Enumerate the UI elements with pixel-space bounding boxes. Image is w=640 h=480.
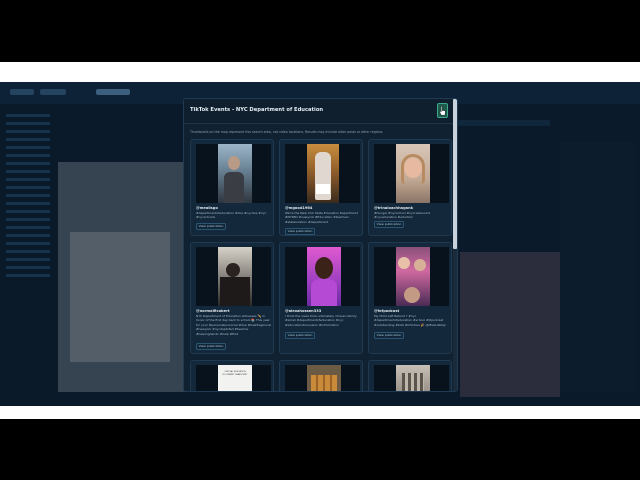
video-description: We're the New York State Education Depar…: [285, 211, 358, 224]
video-description: NYC Department of Education witnesses ✏️…: [196, 314, 272, 336]
video-handle: @alexahossen333: [285, 309, 322, 313]
video-handle: @normalficobert: [196, 309, 230, 313]
close-button[interactable]: [437, 103, 448, 118]
video-thumbnail[interactable]: [285, 247, 360, 306]
video-thumbnail[interactable]: [374, 247, 449, 306]
video-thumbnail[interactable]: OFFICIAL EDUCATION DOCUMENT TRANSCRIPT: [196, 365, 271, 391]
thumbnail-caption: OFFICIAL EDUCATION DOCUMENT TRANSCRIPT: [222, 371, 248, 376]
video-card[interactable]: @mgood1964 We're the New York State Educ…: [279, 139, 363, 236]
video-handle: @meallsgo: [196, 206, 218, 210]
top-letterbox: [0, 0, 640, 62]
modal-header: TikTok Events - NYC Department of Educat…: [184, 99, 457, 124]
video-description: #hunger #nycschool #nycrestaurant #nyced…: [374, 211, 431, 220]
video-thumbnail[interactable]: [285, 365, 360, 391]
view-publication-button[interactable]: View publication: [374, 332, 404, 339]
video-card[interactable]: @meallsgo #departmentofeducation #doe #n…: [190, 139, 274, 236]
modal-title: TikTok Events - NYC Department of Educat…: [190, 107, 324, 113]
scrollbar-thumb[interactable]: [453, 99, 457, 249]
video-description: I think the news time untimately. Chosen…: [285, 314, 357, 327]
video-card[interactable]: [279, 360, 363, 391]
top-white-band: [0, 62, 640, 82]
video-card[interactable]: @normalficobert NYC Department of Educat…: [190, 242, 274, 354]
video-handle: @trinaloachhagank: [374, 206, 414, 210]
video-card[interactable]: @fofpodcast My Child Left Behind ? #nyc …: [368, 242, 452, 354]
view-publication-button[interactable]: View publication: [374, 221, 404, 228]
bottom-letterbox: [0, 419, 640, 480]
video-thumbnail[interactable]: [374, 144, 449, 203]
background-sidebar: [0, 104, 58, 406]
background-map-detail: [70, 232, 170, 362]
video-card[interactable]: OFFICIAL EDUCATION DOCUMENT TRANSCRIPT: [190, 360, 274, 391]
modal-note: Thumbnails on the map represent this sea…: [190, 130, 384, 134]
background-right-panel: [560, 142, 636, 392]
video-card[interactable]: @trinaloachhagank #hunger #nycschool #ny…: [368, 139, 452, 236]
close-pointer-icon: [439, 105, 446, 115]
video-description: My Child Left Behind ? #nyc #departmento…: [374, 314, 446, 327]
view-publication-button[interactable]: View publication: [285, 332, 315, 339]
video-thumbnail[interactable]: [285, 144, 360, 203]
view-publication-button[interactable]: View publication: [285, 228, 315, 235]
background-photo: [460, 252, 560, 397]
video-thumbnail[interactable]: [374, 365, 449, 391]
video-handle: @mgood1964: [285, 206, 313, 210]
modal-scrollbar[interactable]: [453, 99, 457, 391]
video-thumbnail[interactable]: [196, 144, 271, 203]
video-card[interactable]: @alexahossen333 I think the news time un…: [279, 242, 363, 354]
video-card[interactable]: [368, 360, 452, 391]
tiktok-events-modal: TikTok Events - NYC Department of Educat…: [183, 98, 458, 392]
view-publication-button[interactable]: View publication: [196, 223, 226, 230]
video-description: #departmentofeducation #doe #nycdoe #nyc…: [196, 211, 267, 220]
video-thumbnail[interactable]: [196, 247, 271, 306]
bottom-white-band: [0, 406, 640, 419]
view-publication-button[interactable]: View publication: [196, 343, 226, 350]
video-handle: @fofpodcast: [374, 309, 400, 313]
